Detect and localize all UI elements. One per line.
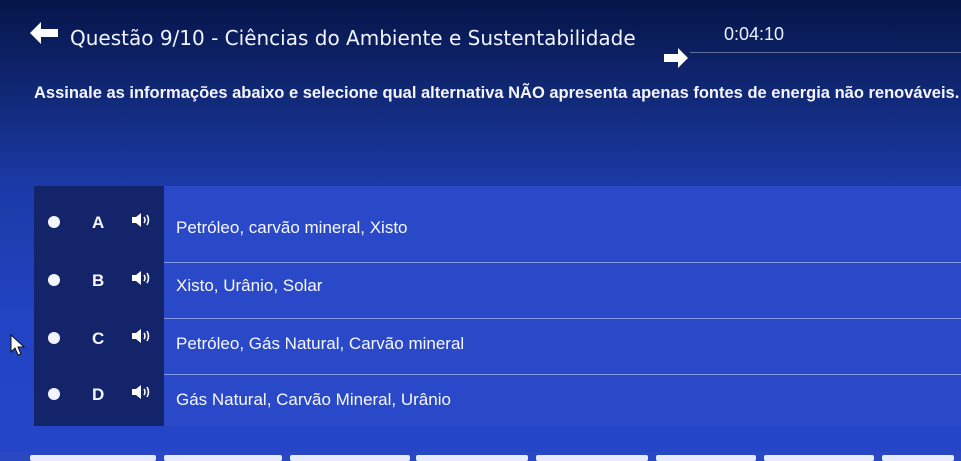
page-title: Questão 9/10 - Ciências do Ambiente e Su… <box>70 26 636 50</box>
option-d[interactable]: D Gás Natural, Carvão Mineral, Urânio <box>34 364 961 422</box>
timer: 0:04:10 <box>724 24 785 44</box>
header-divider <box>690 52 961 53</box>
option-letter: C <box>92 329 105 348</box>
option-text: Petróleo, Gás Natural, Carvão mineral <box>176 334 465 353</box>
footer-button[interactable] <box>764 455 874 461</box>
radio-bullet[interactable] <box>48 332 60 344</box>
speaker-icon[interactable] <box>132 212 152 228</box>
footer-button[interactable] <box>30 455 156 461</box>
option-letter: B <box>92 271 105 290</box>
radio-bullet[interactable] <box>48 274 60 286</box>
speaker-icon[interactable] <box>132 270 152 286</box>
option-text: Xisto, Urânio, Solar <box>176 276 323 295</box>
header-bar: Questão 9/10 - Ciências do Ambiente e Su… <box>0 0 961 70</box>
option-b[interactable]: B Xisto, Urânio, Solar <box>34 250 961 308</box>
arrow-right-icon[interactable] <box>664 48 688 68</box>
speaker-icon[interactable] <box>132 328 152 344</box>
option-text: Gás Natural, Carvão Mineral, Urânio <box>176 390 451 409</box>
option-a[interactable]: A Petróleo, carvão mineral, Xisto <box>34 192 961 250</box>
footer-button[interactable] <box>656 455 756 461</box>
radio-bullet[interactable] <box>48 388 60 400</box>
arrow-left-icon[interactable] <box>30 22 58 44</box>
footer-button[interactable] <box>536 455 648 461</box>
option-letter: D <box>92 385 105 404</box>
footer-button[interactable] <box>882 455 954 461</box>
footer-button[interactable] <box>164 455 282 461</box>
option-letter: A <box>92 213 105 232</box>
footer-button[interactable] <box>290 455 410 461</box>
mouse-pointer-icon <box>10 334 26 356</box>
radio-bullet[interactable] <box>48 216 60 228</box>
answer-options: A Petróleo, carvão mineral, Xisto B Xist… <box>34 186 961 426</box>
question-text: Assinale as informações abaixo e selecio… <box>34 84 960 102</box>
footer-button[interactable] <box>416 455 528 461</box>
speaker-icon[interactable] <box>132 384 152 400</box>
option-c[interactable]: C Petróleo, Gás Natural, Carvão mineral <box>34 308 961 366</box>
option-text: Petróleo, carvão mineral, Xisto <box>176 218 408 237</box>
